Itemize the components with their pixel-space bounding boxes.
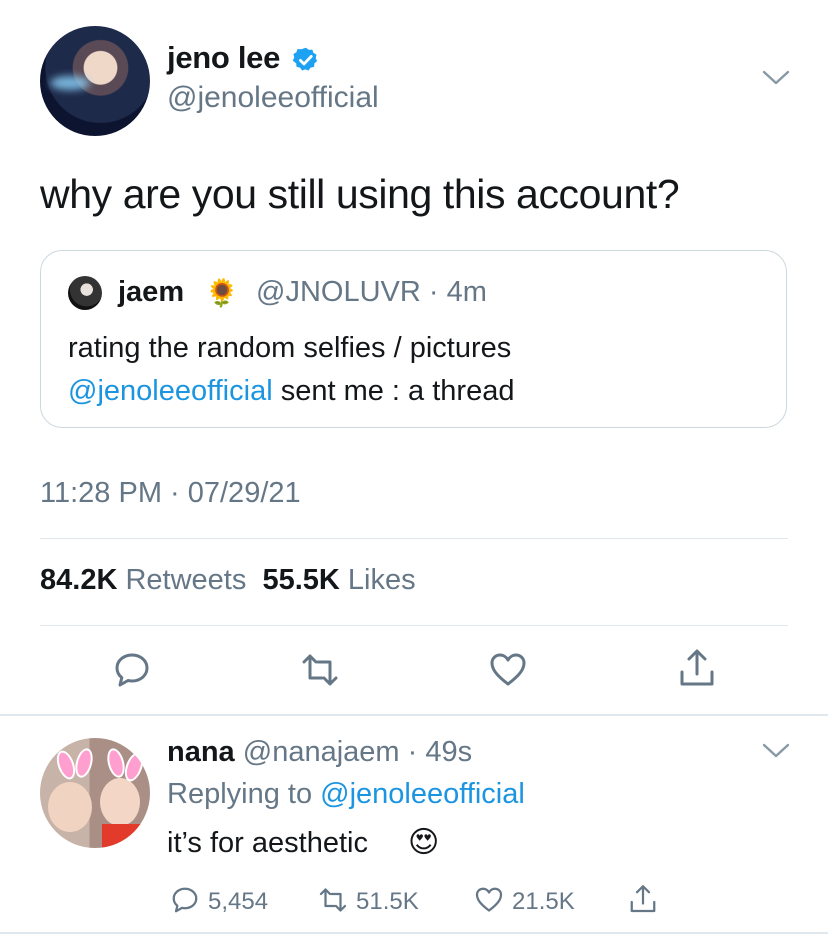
heart-icon[interactable] xyxy=(488,650,528,690)
tweet-timestamp[interactable]: 11:28 PM · 07/29/21 xyxy=(40,477,301,510)
chevron-down-icon[interactable] xyxy=(762,70,790,86)
replying-to-link[interactable]: @jenoleeofficial xyxy=(320,778,525,810)
quoted-author-avatar xyxy=(68,276,102,310)
reply-icon[interactable] xyxy=(112,650,152,690)
bottom-divider xyxy=(0,932,828,934)
main-author-avatar[interactable] xyxy=(40,26,150,136)
engagement-stats: 84.2K Retweets 55.5K Likes xyxy=(40,564,416,597)
main-author-name[interactable]: jeno lee xyxy=(167,40,280,76)
main-author-handle[interactable]: @jenoleeofficial xyxy=(167,81,379,115)
quoted-author-name: jaem xyxy=(118,276,185,308)
retweet-icon[interactable] xyxy=(300,650,340,690)
chevron-down-icon[interactable] xyxy=(762,743,790,759)
retweets-label[interactable]: Retweets xyxy=(125,564,246,596)
reply-author-avatar[interactable] xyxy=(40,738,150,848)
heart-icon[interactable] xyxy=(474,885,504,915)
likes-label[interactable]: Likes xyxy=(348,564,416,596)
reply-author-name[interactable]: nana xyxy=(167,736,235,768)
divider xyxy=(40,625,788,626)
quoted-handle-time: @JNOLUVR · 4m xyxy=(256,276,487,308)
reply-text: it’s for aesthetic xyxy=(167,827,368,859)
quoted-tweet-text: rating the random selfies / pictures @je… xyxy=(68,327,768,413)
tweet-text: why are you still using this account? xyxy=(40,171,680,217)
reply-author-line: nana @nanajaem · 49s xyxy=(167,736,472,769)
retweet-count[interactable]: 51.5K xyxy=(356,888,419,916)
retweets-count[interactable]: 84.2K xyxy=(40,564,117,596)
replying-prefix: Replying to xyxy=(167,778,321,810)
reply-count[interactable]: 5,454 xyxy=(208,888,268,916)
quoted-text-line2: @jenoleeofficial sent me : a thread xyxy=(68,370,768,413)
quoted-text-line2-rest: sent me : a thread xyxy=(272,375,515,407)
share-icon[interactable] xyxy=(677,648,717,688)
section-divider xyxy=(0,714,828,716)
reply-handle-time[interactable]: @nanajaem · 49s xyxy=(243,736,472,768)
like-count[interactable]: 21.5K xyxy=(512,888,575,916)
likes-count[interactable]: 55.5K xyxy=(262,564,339,596)
verified-badge-icon xyxy=(292,47,318,71)
heart-eyes-emoji-icon: 😍 xyxy=(408,826,440,859)
replying-to-line: Replying to @jenoleeofficial xyxy=(167,778,525,811)
share-icon[interactable] xyxy=(628,884,658,914)
divider xyxy=(40,538,788,539)
quoted-mention-link[interactable]: @jenoleeofficial xyxy=(68,375,273,407)
quoted-text-line1: rating the random selfies / pictures xyxy=(68,332,512,364)
retweet-icon[interactable] xyxy=(318,885,348,915)
reply-icon[interactable] xyxy=(170,885,200,915)
sunflower-emoji-icon: 🌻 xyxy=(205,278,239,308)
